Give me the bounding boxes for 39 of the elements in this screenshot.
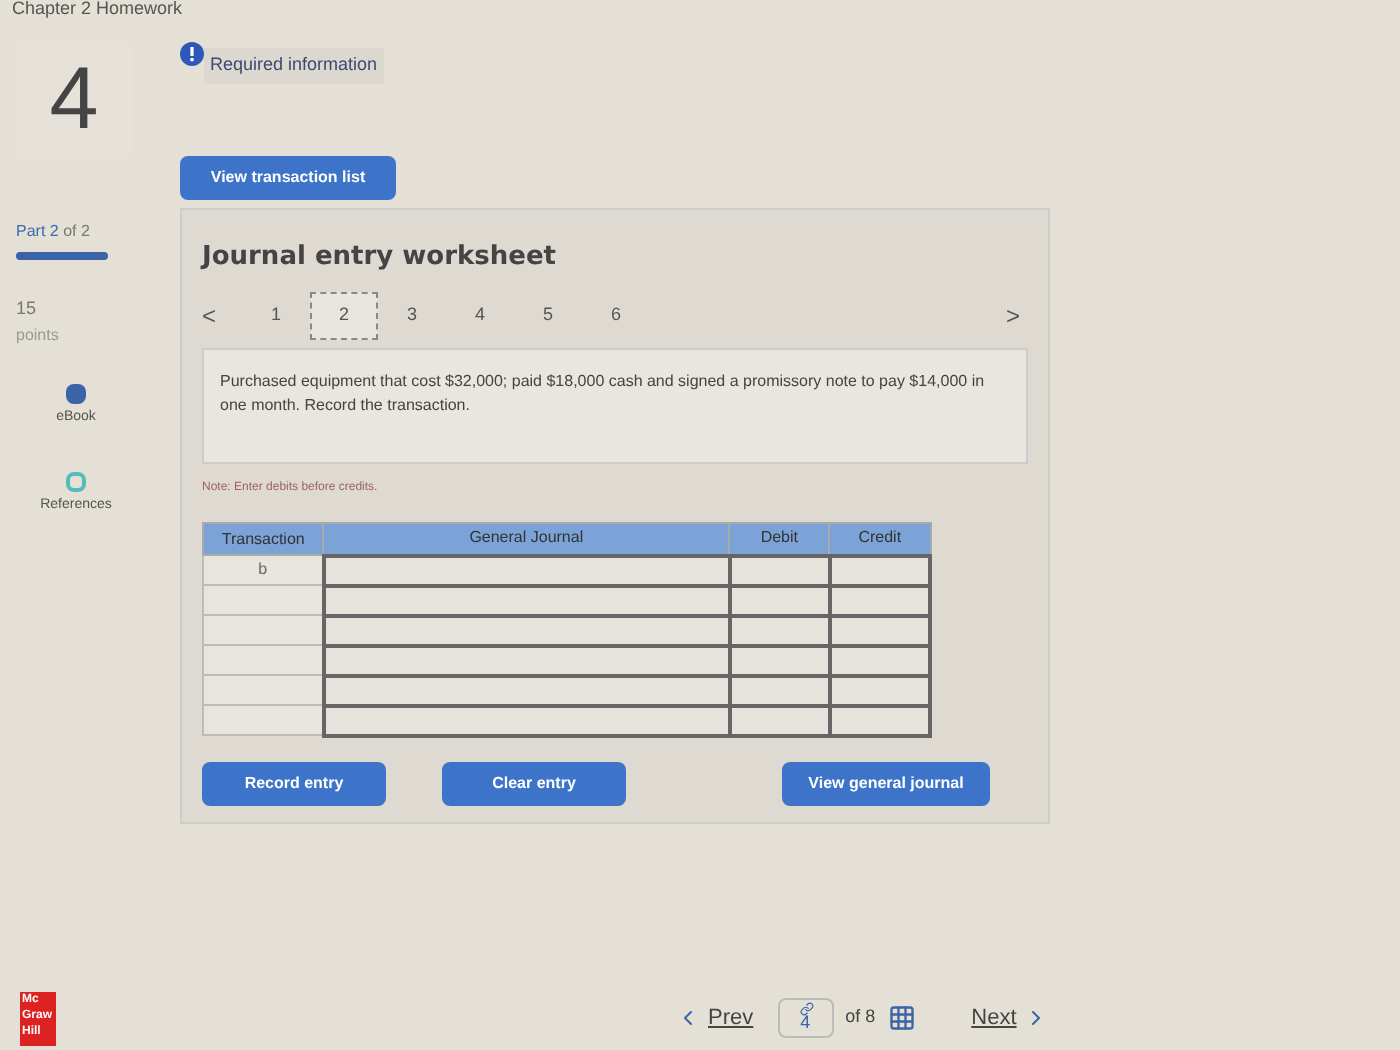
step-tab[interactable]: 6	[582, 292, 650, 340]
prev-button[interactable]: Prev	[676, 1001, 754, 1035]
step-tab[interactable]: 1	[242, 292, 310, 340]
link-icon	[799, 1002, 814, 1016]
part-label: Part 2 of 2	[16, 220, 92, 244]
step-tab[interactable]: 5	[514, 292, 582, 340]
transaction-cell	[203, 615, 324, 645]
transaction-cell	[203, 705, 324, 735]
next-button[interactable]: Next	[971, 1001, 1049, 1035]
points-label: points	[16, 323, 59, 347]
record-entry-button[interactable]: Record entry	[202, 761, 386, 805]
step-tab[interactable]: 2	[310, 292, 378, 340]
points-value: 15	[16, 296, 39, 322]
debit-field[interactable]	[729, 555, 830, 585]
clear-entry-button[interactable]: Clear entry	[442, 761, 626, 805]
column-header: Debit	[729, 523, 830, 555]
grid-icon[interactable]	[887, 1004, 916, 1032]
next-step-button[interactable]: >	[1005, 298, 1020, 334]
page-number-field[interactable]: 4	[777, 998, 834, 1038]
transaction-cell: b	[203, 555, 324, 585]
page-count: of 8	[845, 1004, 876, 1031]
credit-field[interactable]	[829, 555, 930, 585]
column-header: Transaction	[203, 523, 324, 555]
transaction-cell	[203, 585, 324, 615]
worksheet-title: Journal entry worksheet	[202, 239, 558, 275]
transaction-prompt: Purchased equipment that cost $32,000; paid $18,000 cash and signed a promissory note to pay $14,000 in one month. Record the transaction.	[202, 348, 1028, 464]
view-general-journal-button[interactable]: View general journal	[782, 761, 990, 805]
page-title: Chapter 2 Homework	[12, 0, 183, 18]
step-tab[interactable]: 3	[378, 292, 446, 340]
previous-step-button[interactable]: <	[202, 298, 242, 334]
step-tab[interactable]: 4	[446, 292, 514, 340]
transaction-cell	[203, 675, 324, 705]
alert-icon	[180, 41, 204, 66]
transaction-cell	[203, 645, 324, 675]
required-information-tab[interactable]: Required information	[204, 48, 384, 83]
view-transaction-list-button[interactable]: View transaction list	[180, 155, 396, 199]
account-field[interactable]	[323, 555, 730, 585]
column-header: Credit	[829, 523, 930, 555]
column-header: General Journal	[323, 523, 730, 555]
